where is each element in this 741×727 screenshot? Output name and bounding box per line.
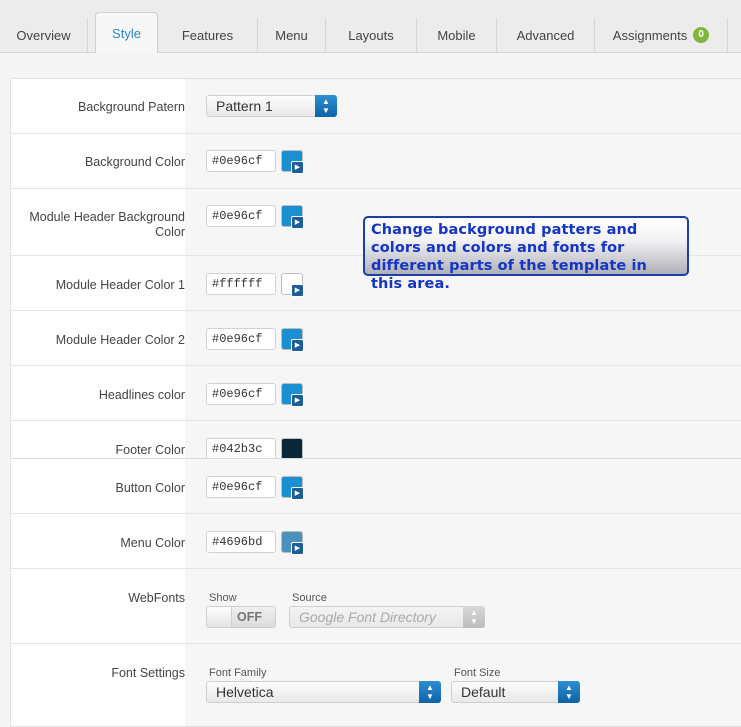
select-arrows-icon: ▲ ▼ xyxy=(558,681,580,703)
select-arrows-icon: ▲ ▼ xyxy=(315,95,337,117)
toggle-knob xyxy=(207,607,232,627)
tab-label: Menu xyxy=(275,27,308,43)
color-input[interactable]: #0e96cf xyxy=(206,476,276,498)
select-value: Helvetica xyxy=(216,684,274,700)
tab-label: Style xyxy=(112,25,141,41)
field-label: Headlines color xyxy=(98,388,185,402)
color-picker-button[interactable]: ▶ xyxy=(281,273,304,297)
play-icon: ▶ xyxy=(291,216,304,229)
show-label: Show xyxy=(209,592,237,604)
row-headlines-color: Headlines color #0e96cf ▶ xyxy=(11,366,741,421)
field-label: Font Settings xyxy=(111,666,185,680)
play-icon: ▶ xyxy=(291,394,304,407)
color-input[interactable]: #ffffff xyxy=(206,273,276,295)
color-picker-button[interactable]: ▶ xyxy=(281,383,304,407)
row-button-color: Button Color #0e96cf ▶ xyxy=(11,459,741,514)
font-size-label: Font Size xyxy=(454,667,501,679)
tab-features[interactable]: Features xyxy=(158,18,258,52)
color-input[interactable]: #042b3c xyxy=(206,438,276,458)
font-family-label: Font Family xyxy=(209,667,267,679)
select-value: Pattern 1 xyxy=(216,98,273,114)
field-label: Module Header Color 1 xyxy=(55,278,185,292)
count-badge: 0 xyxy=(693,27,710,43)
row-background-pattern: Background Patern Pattern 1 ▲ ▼ xyxy=(11,79,741,134)
field-label: Background Color xyxy=(84,155,185,169)
row-menu-color: Menu Color #4696bd ▶ xyxy=(11,514,741,569)
row-footer-color: Footer Color #042b3c xyxy=(11,421,741,459)
color-input[interactable]: #0e96cf xyxy=(206,328,276,350)
select-arrows-icon: ▲ ▼ xyxy=(463,606,485,628)
tab-mobile[interactable]: Mobile xyxy=(417,18,497,52)
tab-style[interactable]: Style xyxy=(95,12,158,53)
color-picker-button[interactable] xyxy=(281,438,303,458)
color-input[interactable]: #0e96cf xyxy=(206,383,276,405)
tab-advanced[interactable]: Advanced xyxy=(497,18,595,52)
play-icon: ▶ xyxy=(291,161,304,174)
field-label: Module Header Color 2 xyxy=(55,333,185,347)
color-picker-button[interactable]: ▶ xyxy=(281,205,304,229)
color-input[interactable]: #4696bd xyxy=(206,531,276,553)
field-label: Menu Color xyxy=(120,536,185,550)
tab-assignments[interactable]: Assignments 0 xyxy=(595,18,728,52)
play-icon: ▶ xyxy=(291,339,304,352)
font-size-select[interactable]: Default ▲ ▼ xyxy=(451,681,580,703)
field-label: Footer Color xyxy=(115,443,185,457)
tab-menu[interactable]: Menu xyxy=(258,18,326,52)
tab-overview[interactable]: Overview xyxy=(0,18,88,52)
tab-label: Features xyxy=(181,27,234,43)
toggle-state: OFF xyxy=(237,610,262,624)
row-background-color: Background Color #0e96cf ▶ xyxy=(11,134,741,189)
tab-label: Advanced xyxy=(516,27,575,43)
source-select[interactable]: Google Font Directory ▲ ▼ xyxy=(289,606,485,628)
tab-label: Overview xyxy=(16,27,71,43)
row-webfonts: WebFonts Show OFF Source Google Font Dir… xyxy=(11,569,741,644)
select-value: Default xyxy=(461,684,506,700)
color-picker-button[interactable]: ▶ xyxy=(281,476,304,500)
pattern-select[interactable]: Pattern 1 ▲ ▼ xyxy=(206,95,337,117)
font-family-select[interactable]: Helvetica ▲ ▼ xyxy=(206,681,441,703)
field-label: WebFonts xyxy=(128,591,185,605)
select-value: Google Font Directory xyxy=(299,609,436,625)
color-input[interactable]: #0e96cf xyxy=(206,150,276,172)
select-arrows-icon: ▲ ▼ xyxy=(419,681,441,703)
field-label: Button Color xyxy=(115,481,185,495)
color-picker-button[interactable]: ▶ xyxy=(281,150,304,174)
settings-panel: Background Patern Pattern 1 ▲ ▼ Backgroun… xyxy=(10,78,741,727)
source-label: Source xyxy=(292,592,327,604)
color-picker-button[interactable]: ▶ xyxy=(281,328,304,352)
color-input[interactable]: #0e96cf xyxy=(206,205,276,227)
tab-bar: Overview Style Features Menu Layouts Mob… xyxy=(0,0,741,53)
tab-label: Layouts xyxy=(348,27,394,43)
play-icon: ▶ xyxy=(291,284,304,297)
field-label: Background Patern xyxy=(77,100,185,114)
play-icon: ▶ xyxy=(291,542,304,555)
tab-label: Assignments xyxy=(612,27,688,43)
color-picker-button[interactable]: ▶ xyxy=(281,531,304,555)
row-module-header-color-2: Module Header Color 2 #0e96cf ▶ xyxy=(11,311,741,366)
field-label: Module Header Background Color xyxy=(29,210,185,239)
annotation-callout: Change background patters and colors and… xyxy=(363,216,689,292)
tab-label: Mobile xyxy=(437,27,476,43)
webfonts-toggle[interactable]: OFF xyxy=(206,606,276,628)
tab-layouts[interactable]: Layouts xyxy=(326,18,417,52)
row-font-settings: Font Settings Font Family Helvetica ▲ ▼ F… xyxy=(11,644,741,726)
play-icon: ▶ xyxy=(291,487,304,500)
